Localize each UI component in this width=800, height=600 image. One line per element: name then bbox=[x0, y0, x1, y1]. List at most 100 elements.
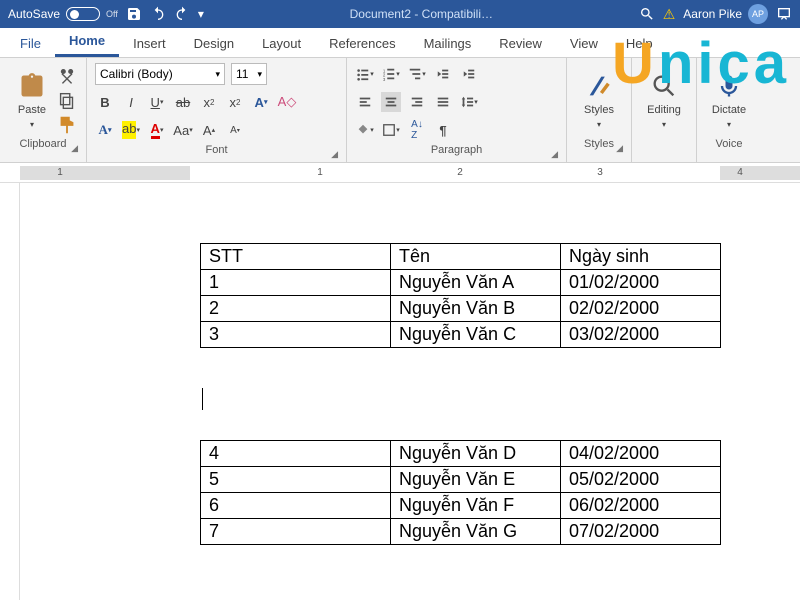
align-center-button[interactable] bbox=[381, 92, 401, 112]
table-cell[interactable]: 04/02/2000 bbox=[561, 441, 721, 467]
table-row[interactable]: 6Nguyễn Văn F06/02/2000 bbox=[201, 493, 721, 519]
editing-button[interactable]: Editing ▾ bbox=[640, 62, 688, 138]
borders-button[interactable]: ▾ bbox=[381, 120, 401, 140]
shading-button[interactable]: ▾ bbox=[355, 120, 375, 140]
tab-view[interactable]: View bbox=[556, 30, 612, 57]
warning-icon[interactable]: ⚠ bbox=[663, 6, 676, 23]
table-cell[interactable]: 4 bbox=[201, 441, 391, 467]
redo-icon[interactable] bbox=[174, 6, 190, 22]
table-2[interactable]: 4Nguyễn Văn D04/02/20005Nguyễn Văn E05/0… bbox=[200, 440, 721, 545]
table-cell[interactable]: Nguyễn Văn G bbox=[391, 519, 561, 545]
grow-font-button[interactable]: A▴ bbox=[199, 120, 219, 140]
format-painter-icon[interactable] bbox=[56, 114, 78, 136]
table-cell[interactable]: Nguyễn Văn D bbox=[391, 441, 561, 467]
tab-help[interactable]: Help bbox=[612, 30, 667, 57]
table-cell[interactable]: STT bbox=[201, 244, 391, 270]
font-launcher[interactable]: ◢ bbox=[331, 149, 338, 160]
font-color-button[interactable]: A▾ bbox=[147, 120, 167, 140]
bullets-button[interactable]: ▾ bbox=[355, 64, 375, 84]
bold-button[interactable]: B bbox=[95, 92, 115, 112]
tab-layout[interactable]: Layout bbox=[248, 30, 315, 57]
table-cell[interactable]: 1 bbox=[201, 270, 391, 296]
autosave-state: Off bbox=[106, 9, 118, 19]
table-cell[interactable]: Nguyễn Văn C bbox=[391, 322, 561, 348]
italic-button[interactable]: I bbox=[121, 92, 141, 112]
text-effects-button[interactable]: A▾ bbox=[251, 92, 271, 112]
table-row[interactable]: 1Nguyễn Văn A01/02/2000 bbox=[201, 270, 721, 296]
undo-icon[interactable] bbox=[150, 6, 166, 22]
text-effects2-button[interactable]: A▾ bbox=[95, 120, 115, 140]
multilevel-button[interactable]: ▾ bbox=[407, 64, 427, 84]
align-left-button[interactable] bbox=[355, 92, 375, 112]
styles-launcher[interactable]: ◢ bbox=[616, 143, 623, 154]
table-cell[interactable]: 3 bbox=[201, 322, 391, 348]
table-cell[interactable]: Ngày sinh bbox=[561, 244, 721, 270]
highlight-button[interactable]: ab▾ bbox=[121, 120, 141, 140]
table-cell[interactable]: Nguyễn Văn F bbox=[391, 493, 561, 519]
justify-button[interactable] bbox=[433, 92, 453, 112]
clear-format-button[interactable]: A◇ bbox=[277, 92, 297, 112]
line-spacing-button[interactable]: ▾ bbox=[459, 92, 479, 112]
show-marks-button[interactable]: ¶ bbox=[433, 120, 453, 140]
table-cell[interactable]: 5 bbox=[201, 467, 391, 493]
font-name-combo[interactable]: Calibri (Body)▾ bbox=[95, 63, 225, 85]
tab-home[interactable]: Home bbox=[55, 27, 119, 57]
ribbon-options-icon[interactable] bbox=[776, 6, 792, 22]
change-case-button[interactable]: Aa▾ bbox=[173, 120, 193, 140]
table-row[interactable]: STTTênNgày sinh bbox=[201, 244, 721, 270]
table-row[interactable]: 7Nguyễn Văn G07/02/2000 bbox=[201, 519, 721, 545]
table-row[interactable]: 4Nguyễn Văn D04/02/2000 bbox=[201, 441, 721, 467]
table-cell[interactable]: 03/02/2000 bbox=[561, 322, 721, 348]
numbering-button[interactable]: 123▾ bbox=[381, 64, 401, 84]
autosave-toggle[interactable]: AutoSave Off bbox=[8, 7, 118, 21]
font-size-combo[interactable]: 11▾ bbox=[231, 63, 267, 85]
account-button[interactable]: Aaron Pike AP bbox=[683, 4, 768, 24]
table-cell[interactable]: Tên bbox=[391, 244, 561, 270]
qat-overflow[interactable]: ▾ bbox=[198, 7, 204, 21]
table-cell[interactable]: 6 bbox=[201, 493, 391, 519]
shrink-font-button[interactable]: A▾ bbox=[225, 120, 245, 140]
horizontal-ruler[interactable]: 1 1 2 3 4 bbox=[0, 163, 800, 183]
clipboard-launcher[interactable]: ◢ bbox=[71, 143, 78, 154]
copy-icon[interactable] bbox=[56, 90, 78, 112]
table-cell[interactable]: Nguyễn Văn A bbox=[391, 270, 561, 296]
table-row[interactable]: 5Nguyễn Văn E05/02/2000 bbox=[201, 467, 721, 493]
superscript-button[interactable]: x2 bbox=[225, 92, 245, 112]
table-cell[interactable]: 05/02/2000 bbox=[561, 467, 721, 493]
decrease-indent-button[interactable] bbox=[433, 64, 453, 84]
save-icon[interactable] bbox=[126, 6, 142, 22]
sort-button[interactable]: A↓Z bbox=[407, 120, 427, 140]
table-1[interactable]: STTTênNgày sinh1Nguyễn Văn A01/02/20002N… bbox=[200, 243, 721, 348]
table-row[interactable]: 2Nguyễn Văn B02/02/2000 bbox=[201, 296, 721, 322]
table-cell[interactable]: 2 bbox=[201, 296, 391, 322]
vertical-ruler[interactable] bbox=[0, 183, 20, 600]
tab-references[interactable]: References bbox=[315, 30, 409, 57]
group-voice: Dictate ▾ Voice bbox=[697, 58, 761, 162]
tab-review[interactable]: Review bbox=[485, 30, 556, 57]
cut-icon[interactable] bbox=[56, 66, 78, 88]
strike-button[interactable]: ab bbox=[173, 92, 193, 112]
dictate-button[interactable]: Dictate ▾ bbox=[705, 62, 753, 138]
table-cell[interactable]: 06/02/2000 bbox=[561, 493, 721, 519]
table-cell[interactable]: 7 bbox=[201, 519, 391, 545]
table-row[interactable]: 3Nguyễn Văn C03/02/2000 bbox=[201, 322, 721, 348]
styles-button[interactable]: Styles ▾ bbox=[575, 62, 623, 138]
table-cell[interactable]: 02/02/2000 bbox=[561, 296, 721, 322]
tab-design[interactable]: Design bbox=[180, 30, 248, 57]
tab-mailings[interactable]: Mailings bbox=[410, 30, 486, 57]
table-cell[interactable]: Nguyễn Văn B bbox=[391, 296, 561, 322]
tab-insert[interactable]: Insert bbox=[119, 30, 180, 57]
table-cell[interactable]: 07/02/2000 bbox=[561, 519, 721, 545]
paragraph-launcher[interactable]: ◢ bbox=[551, 149, 558, 160]
paste-button[interactable]: Paste ▾ bbox=[8, 62, 56, 138]
document-title: Document2 - Compatibili… bbox=[212, 7, 631, 21]
subscript-button[interactable]: x2 bbox=[199, 92, 219, 112]
document-canvas[interactable]: STTTênNgày sinh1Nguyễn Văn A01/02/20002N… bbox=[20, 183, 800, 600]
align-right-button[interactable] bbox=[407, 92, 427, 112]
search-icon[interactable] bbox=[639, 6, 655, 22]
table-cell[interactable]: 01/02/2000 bbox=[561, 270, 721, 296]
table-cell[interactable]: Nguyễn Văn E bbox=[391, 467, 561, 493]
underline-button[interactable]: U▾ bbox=[147, 92, 167, 112]
increase-indent-button[interactable] bbox=[459, 64, 479, 84]
tab-file[interactable]: File bbox=[6, 30, 55, 57]
